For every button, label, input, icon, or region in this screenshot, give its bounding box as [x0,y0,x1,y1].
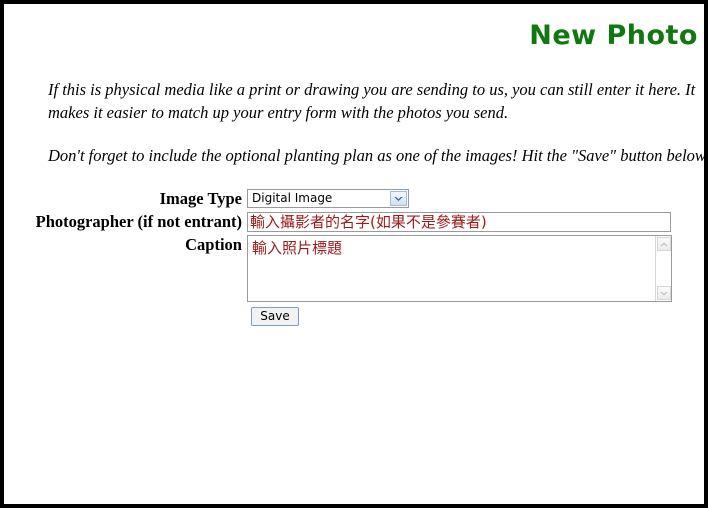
photographer-label: Photographer (if not entrant) [35,212,242,231]
caption-textarea-value: 輸入照片標題 [252,239,343,257]
intro-paragraph-2: Don't forget to include the optional pla… [48,146,704,165]
page-content: New Photo If this is physical media like… [4,4,704,504]
form-row-caption: Caption 輸入照片標題 [4,235,704,302]
caption-label: Caption [185,235,242,254]
form-row-save: Save [4,307,704,326]
photographer-input[interactable]: 輸入攝影者的名字(如果不是參賽者) [247,212,671,232]
chevron-up-icon[interactable] [657,237,671,251]
page-frame: New Photo If this is physical media like… [0,0,708,508]
save-button[interactable]: Save [251,307,299,326]
form-row-photographer: Photographer (if not entrant) 輸入攝影者的名字(如… [4,212,704,232]
intro-paragraph-1: If this is physical media like a print o… [48,80,696,122]
image-type-label: Image Type [159,189,242,208]
image-type-select[interactable]: Digital Image [247,189,409,208]
new-photo-form: Image Type Digital Image Photographer (i… [4,189,704,326]
photographer-field: 輸入攝影者的名字(如果不是參賽者) [247,212,671,232]
image-type-field: Digital Image [247,189,409,208]
page-title: New Photo [529,20,698,51]
form-row-image-type: Image Type Digital Image [4,189,704,209]
caption-scrollbar[interactable] [655,236,671,301]
chevron-down-icon[interactable] [390,191,407,206]
chevron-down-icon[interactable] [657,286,671,300]
page-title-row: New Photo [8,22,698,49]
image-type-selected-value: Digital Image [252,191,333,205]
caption-textarea[interactable]: 輸入照片標題 [247,235,672,302]
caption-field: 輸入照片標題 [247,235,672,302]
